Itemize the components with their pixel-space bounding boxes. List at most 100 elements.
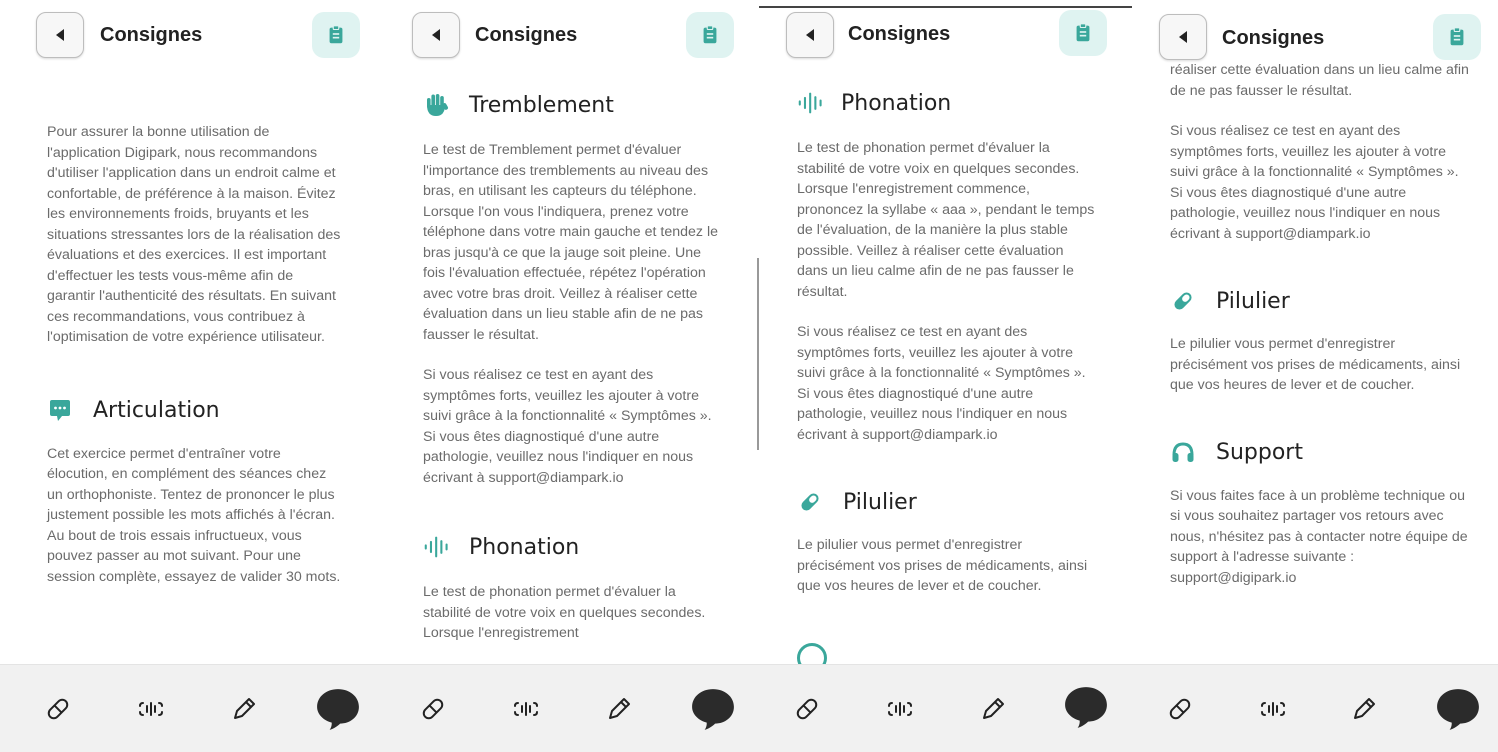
chat-nav-icon [1435, 686, 1481, 732]
screen-3: Consignes Phonation Le test de phonation… [759, 0, 1132, 752]
instructions-content[interactable]: Tremblement Le test de Tremblement perme… [385, 72, 759, 664]
clipboard-button[interactable] [1059, 10, 1107, 56]
pill-nav-icon [1165, 694, 1195, 724]
nav-pilulier[interactable] [1160, 689, 1200, 729]
pencil-nav-icon [978, 694, 1008, 724]
bottom-nav [1132, 664, 1498, 752]
back-button[interactable] [1159, 14, 1207, 60]
clipboard-button[interactable] [312, 12, 360, 58]
nav-pencil[interactable] [1344, 689, 1384, 729]
clipboard-button[interactable] [1433, 14, 1481, 60]
section-title: Tremblement [469, 92, 614, 118]
soundwave-icon [797, 90, 823, 116]
voice-nav-icon [511, 694, 541, 724]
bottom-nav [385, 664, 759, 752]
voice-nav-icon [885, 694, 915, 724]
section-pilulier-header: Pilulier [797, 489, 1096, 515]
pill-icon [1170, 288, 1196, 314]
symptomes-text: Si vous réalisez ce test en ayant des sy… [1170, 123, 1459, 242]
voice-nav-icon [1258, 694, 1288, 724]
articulation-text: Cet exercice permet d'entraîner votre él… [47, 445, 341, 585]
section-articulation-header: Articulation [47, 398, 345, 424]
pencil-nav-icon [229, 694, 259, 724]
section-phonation-header: Phonation [797, 90, 1096, 116]
back-triangle-icon [432, 29, 440, 41]
bottom-nav [759, 664, 1132, 752]
header: Consignes [0, 0, 385, 72]
back-button[interactable] [412, 12, 460, 58]
pencil-nav-icon [1349, 694, 1379, 724]
header: Consignes [1132, 0, 1498, 62]
status-divider [759, 6, 1132, 8]
chat-bubble-icon [47, 398, 73, 424]
support-text: Si vous faites face à un problème techni… [1170, 487, 1468, 586]
instructions-content[interactable]: Phonation Le test de phonation permet d'… [759, 72, 1132, 664]
back-triangle-icon [1179, 31, 1187, 43]
section-title: Phonation [469, 534, 580, 560]
nav-voice[interactable] [131, 689, 171, 729]
back-triangle-icon [806, 29, 814, 41]
section-phonation-header: Phonation [423, 534, 723, 560]
symptomes-text: Si vous réalisez ce test en ayant des sy… [423, 367, 712, 486]
section-title: Support [1216, 440, 1303, 465]
instructions-content[interactable]: réaliser cette évaluation dans un lieu c… [1132, 62, 1498, 664]
back-button[interactable] [36, 12, 84, 58]
nav-pencil[interactable] [973, 689, 1013, 729]
header: Consignes [385, 0, 759, 72]
screen-4: Consignes réaliser cette évaluation dans… [1132, 0, 1498, 752]
page-title: Consignes [848, 23, 951, 45]
page-title: Consignes [100, 24, 203, 46]
clipboard-icon [325, 24, 347, 46]
nav-voice[interactable] [506, 689, 546, 729]
nav-pilulier[interactable] [413, 689, 453, 729]
nav-pencil[interactable] [224, 689, 264, 729]
chat-nav-icon [690, 686, 736, 732]
screen-1: Consignes Pour assurer la bonne utilisat… [0, 0, 385, 752]
headset-icon [797, 642, 827, 664]
voice-nav-icon [136, 694, 166, 724]
back-button[interactable] [786, 12, 834, 58]
nav-voice[interactable] [1253, 689, 1293, 729]
pilulier-text: Le pilulier vous permet d'enregistrer pr… [797, 537, 1088, 594]
page-title: Consignes [1222, 27, 1325, 49]
screens-collage: Consignes Pour assurer la bonne utilisat… [0, 0, 1498, 752]
nav-pilulier[interactable] [38, 689, 78, 729]
section-title: Articulation [93, 398, 220, 423]
nav-voice[interactable] [880, 689, 920, 729]
pill-icon [797, 489, 823, 515]
phonation-text-end: réaliser cette évaluation dans un lieu c… [1170, 62, 1469, 99]
pilulier-text: Le pilulier vous permet d'enregistrer pr… [1170, 336, 1461, 393]
section-support-header: Support [1170, 440, 1470, 466]
hand-icon [423, 92, 449, 118]
bottom-nav [0, 664, 385, 752]
pencil-nav-icon [604, 694, 634, 724]
clipboard-icon [699, 24, 721, 46]
soundwave-icon [423, 534, 449, 560]
header: Consignes [759, 0, 1132, 72]
nav-chat[interactable] [689, 685, 737, 733]
nav-chat[interactable] [1434, 685, 1482, 733]
headset-icon [1170, 440, 1196, 466]
instructions-content[interactable]: Pour assurer la bonne utilisation de l'a… [0, 72, 385, 664]
clipboard-button[interactable] [686, 12, 734, 58]
back-triangle-icon [56, 29, 64, 41]
pill-nav-icon [418, 694, 448, 724]
clipboard-icon [1446, 26, 1468, 48]
section-title: Pilulier [1216, 288, 1290, 314]
page-title: Consignes [475, 24, 578, 46]
nav-chat[interactable] [1062, 683, 1110, 731]
pill-nav-icon [792, 694, 822, 724]
section-tremblement-header: Tremblement [423, 92, 723, 118]
clipboard-icon [1072, 22, 1094, 44]
nav-chat[interactable] [314, 685, 362, 733]
phonation-text: Le test de phonation permet d'évaluer la… [797, 140, 1095, 300]
screen-2: Consignes Tremblement Le test de Tremble… [385, 0, 759, 752]
symptomes-text: Si vous réalisez ce test en ayant des sy… [797, 324, 1086, 443]
nav-pilulier[interactable] [787, 689, 827, 729]
nav-pencil[interactable] [599, 689, 639, 729]
section-title: Phonation [841, 90, 952, 116]
section-pilulier-header: Pilulier [1170, 288, 1470, 314]
pill-nav-icon [43, 694, 73, 724]
chat-nav-icon [315, 686, 361, 732]
chat-nav-icon [1063, 684, 1109, 730]
